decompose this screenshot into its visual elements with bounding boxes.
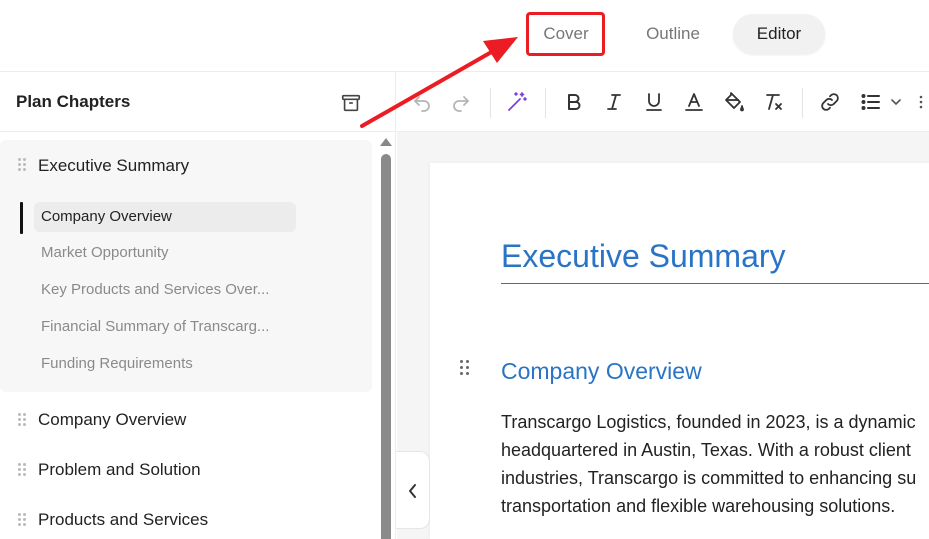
paragraph[interactable]: Transcargo Logistics, founded in 2023, i…	[501, 408, 929, 520]
undo-icon[interactable]	[410, 90, 434, 114]
subitem-market-opportunity[interactable]: Market Opportunity	[41, 244, 169, 261]
chevron-down-icon[interactable]	[889, 90, 903, 114]
active-indicator	[20, 202, 23, 234]
more-icon[interactable]	[917, 90, 929, 114]
scroll-up-arrow[interactable]	[380, 138, 392, 146]
tab-outline[interactable]: Outline	[630, 14, 716, 54]
chapter-item-company-overview[interactable]: Company Overview	[38, 410, 186, 430]
redo-icon[interactable]	[449, 90, 473, 114]
link-icon[interactable]	[818, 90, 842, 114]
italic-icon[interactable]	[602, 90, 626, 114]
paragraph-line: industries, Transcargo is committed to e…	[501, 468, 917, 488]
drag-handle-icon[interactable]	[460, 360, 470, 375]
ai-magic-wand-icon[interactable]	[505, 90, 529, 114]
archive-icon[interactable]	[340, 92, 362, 114]
chapter-list: Executive Summary Company Overview Marke…	[0, 132, 396, 539]
drag-handle-icon[interactable]	[18, 513, 28, 527]
list-icon[interactable]	[859, 90, 883, 114]
paragraph-line: Transcargo Logistics, founded in 2023, i…	[501, 412, 916, 432]
paragraph-line: transportation and flexible warehousing …	[501, 496, 896, 516]
drag-handle-icon[interactable]	[18, 158, 28, 172]
drag-handle-icon[interactable]	[18, 463, 28, 477]
section-heading[interactable]: Company Overview	[501, 358, 702, 385]
subitem-company-overview[interactable]: Company Overview	[41, 208, 172, 225]
bold-icon[interactable]	[562, 90, 586, 114]
chevron-left-icon	[409, 484, 416, 498]
title-underline	[501, 283, 929, 284]
document-title[interactable]: Executive Summary	[501, 238, 786, 275]
chapter-item-executive-summary[interactable]: Executive Summary	[38, 156, 189, 176]
highlight-icon[interactable]	[722, 90, 746, 114]
text-color-icon[interactable]	[682, 90, 706, 114]
chapter-item-products-services[interactable]: Products and Services	[38, 510, 208, 530]
clear-format-icon[interactable]	[762, 90, 786, 114]
chapter-item-problem-solution[interactable]: Problem and Solution	[38, 460, 201, 480]
sidebar-title: Plan Chapters	[16, 92, 131, 111]
tab-cover[interactable]: Cover	[526, 14, 606, 54]
paragraph-line: headquartered in Austin, Texas. With a r…	[501, 440, 911, 460]
subitem-key-products[interactable]: Key Products and Services Over...	[41, 281, 269, 298]
editor-toolbar	[397, 72, 929, 132]
collapse-sidebar-button[interactable]	[396, 451, 430, 529]
sidebar-header: Plan Chapters	[0, 72, 396, 132]
subitem-funding-requirements[interactable]: Funding Requirements	[41, 355, 193, 372]
top-bar: Cover Outline Editor	[0, 0, 929, 72]
subitem-financial-summary[interactable]: Financial Summary of Transcarg...	[41, 318, 269, 335]
underline-icon[interactable]	[642, 90, 666, 114]
drag-handle-icon[interactable]	[18, 413, 28, 427]
tab-editor[interactable]: Editor	[733, 14, 825, 54]
scrollbar-thumb[interactable]	[381, 154, 391, 539]
